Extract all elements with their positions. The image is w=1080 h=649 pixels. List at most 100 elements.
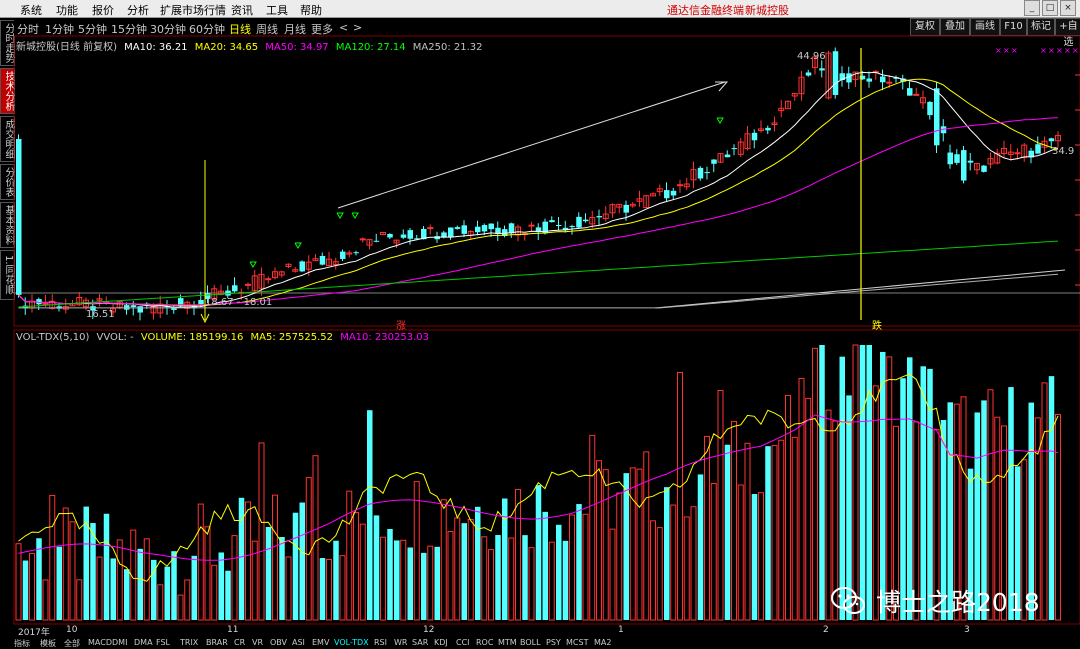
die-marker: 跌 xyxy=(872,321,882,332)
indicator-tab-obv[interactable]: OBV xyxy=(270,638,287,647)
high-price-label: 44.96 xyxy=(797,51,826,62)
volume-bar-up xyxy=(1041,382,1048,621)
zhang-marker: 涨 xyxy=(396,321,406,332)
candle-body-down xyxy=(353,252,359,254)
x-mark: × xyxy=(1011,46,1018,55)
indicator-tab-全部[interactable]: 全部 xyxy=(64,638,80,649)
volume-bar-down xyxy=(367,410,373,620)
volume-bar-up xyxy=(785,394,791,621)
volume-bar-down xyxy=(880,351,886,620)
indicator-tab-mcst[interactable]: MCST xyxy=(566,638,588,647)
ma-lines xyxy=(18,71,1059,309)
candle-body-down xyxy=(954,154,960,163)
volume-bar-down xyxy=(103,513,110,620)
indicator-tab-模板[interactable]: 模板 xyxy=(40,638,56,649)
volume-bar-down xyxy=(697,474,704,620)
watermark: 博士之路2018 xyxy=(830,583,1040,619)
indicator-tab-asi[interactable]: ASI xyxy=(292,638,305,647)
indicator-tab-ma2[interactable]: MA2 xyxy=(594,638,611,647)
volume-bar-up xyxy=(413,481,420,621)
indicator-tab-vr[interactable]: VR xyxy=(252,638,263,647)
volume-bar-down xyxy=(461,523,467,620)
volume-bar-up xyxy=(616,492,623,621)
indicator-tab-trix[interactable]: TRIX xyxy=(180,638,198,647)
candle-body-down xyxy=(907,88,913,96)
volume-bar-down xyxy=(265,526,272,620)
volume-bar-up xyxy=(481,536,488,621)
indicator-tab-rsi[interactable]: RSI xyxy=(374,638,387,647)
volume-bar-up xyxy=(656,527,663,621)
volume-bar-up xyxy=(353,512,359,621)
indicator-tab-mtm[interactable]: MTM xyxy=(498,638,517,647)
volume-bar-up xyxy=(704,435,710,621)
candle-body-up xyxy=(265,278,272,281)
volume-bar-up xyxy=(339,555,346,621)
indicator-tab-指标[interactable]: 指标 xyxy=(14,638,30,649)
mid-price-label: 18.67 - 18.01 xyxy=(205,297,273,308)
candle-body-down xyxy=(866,78,872,82)
volume-bar-down xyxy=(373,515,380,620)
volume-bar-down xyxy=(623,473,629,620)
indicator-tab-wr[interactable]: WR xyxy=(394,638,407,647)
volume-bar-up xyxy=(778,439,785,621)
date-label-3: 3 xyxy=(964,625,970,635)
volume-bar-down xyxy=(495,535,501,620)
volume-bar-up xyxy=(650,520,656,621)
volume-bar-up xyxy=(204,526,211,621)
volume-bar-down xyxy=(765,446,771,620)
volume-bar-down xyxy=(333,540,339,620)
indicator-tab-roc[interactable]: ROC xyxy=(476,638,493,647)
volume-bar-up xyxy=(629,467,636,621)
volume-bar-down xyxy=(535,485,542,620)
indicator-tab-dma[interactable]: DMA xyxy=(134,638,153,647)
indicator-tab-emv[interactable]: EMV xyxy=(312,638,329,647)
kline-chart[interactable]: × × × × × × × × xyxy=(0,0,1080,648)
candle-body-down xyxy=(880,76,886,83)
candle-body-down xyxy=(805,72,812,76)
candle-body-down xyxy=(623,204,629,213)
candle-body-down xyxy=(731,148,737,150)
volume-bar-up xyxy=(454,517,461,621)
candle-body-down xyxy=(583,219,589,222)
volume-bar-up xyxy=(184,579,191,621)
volume-bar-down xyxy=(171,551,177,620)
indicator-tab-vol-tdx[interactable]: VOL-TDX xyxy=(334,638,369,647)
candle-body-down xyxy=(373,240,380,242)
candle-body-down xyxy=(576,216,582,228)
volume-bar-down xyxy=(556,524,562,620)
indicator-tab-dmi[interactable]: DMI xyxy=(112,638,127,647)
indicator-tab-cci[interactable]: CCI xyxy=(456,638,470,647)
volume-bar-up xyxy=(400,539,407,621)
volume-bar-up xyxy=(737,484,744,621)
candle-body-down xyxy=(481,225,488,232)
indicator-tab-fsl[interactable]: FSL xyxy=(156,638,170,647)
candle-body-up xyxy=(677,184,683,187)
indicator-tab-sar[interactable]: SAR xyxy=(412,638,428,647)
volume-bar-up xyxy=(683,516,690,621)
indicator-tab-macd[interactable]: MACD xyxy=(88,638,112,647)
candle-body-down xyxy=(16,138,22,295)
volume-bar-down xyxy=(110,558,116,620)
candle-body-down xyxy=(711,159,717,164)
indicator-tab-kdj[interactable]: KDJ xyxy=(434,638,448,647)
volume-bar-up xyxy=(677,371,683,621)
volume-bar-up xyxy=(791,436,798,621)
support-line xyxy=(654,269,1066,309)
buy-signal-arrow xyxy=(716,117,724,124)
candle-body-up xyxy=(245,283,251,286)
volume-bar-up xyxy=(312,455,319,621)
volume-bar-up xyxy=(245,501,251,621)
candle-body-down xyxy=(475,226,481,233)
indicator-tab-psy[interactable]: PSY xyxy=(546,638,561,647)
volume-bar-down xyxy=(522,535,528,620)
volume-bar-down xyxy=(475,506,481,620)
indicator-tab-brar[interactable]: BRAR xyxy=(206,638,228,647)
volume-bar-up xyxy=(643,451,650,621)
candle-body-down xyxy=(819,68,825,71)
indicator-tab-cr[interactable]: CR xyxy=(234,638,245,647)
volume-bar-up xyxy=(1055,414,1061,621)
indicator-tab-boll[interactable]: BOLL xyxy=(520,638,541,647)
ma120-line xyxy=(18,240,1059,308)
last-price-label: 34.9 xyxy=(1052,146,1075,157)
volume-bar-up xyxy=(258,442,265,621)
